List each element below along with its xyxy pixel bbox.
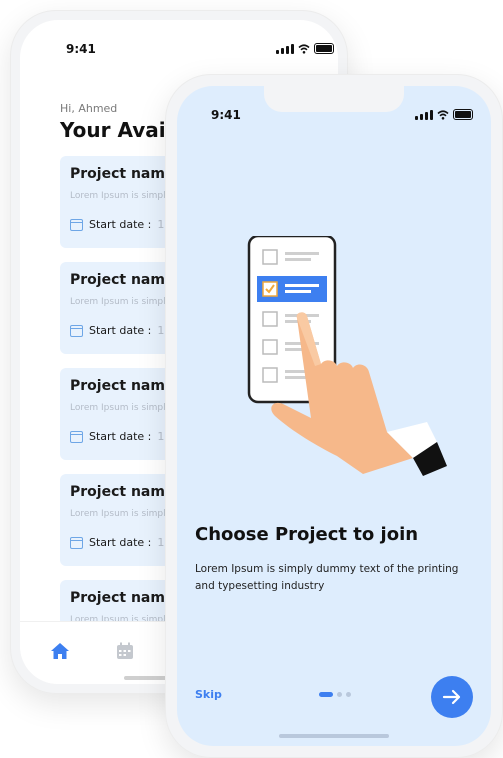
pagination-dot [337, 692, 342, 697]
home-icon[interactable] [50, 642, 70, 660]
wifi-icon [437, 109, 449, 120]
phone-tap-illustration [247, 236, 447, 476]
next-button[interactable] [431, 676, 473, 718]
calendar-icon[interactable] [116, 642, 134, 660]
battery-icon [453, 109, 473, 120]
onboarding-title: Choose Project to join [195, 524, 419, 545]
calendar-icon [70, 324, 83, 337]
start-date-label: Start date : [89, 536, 152, 549]
onboarding-screen: 9:41 Choose Project to join Lorem Ipsum … [177, 86, 491, 746]
pagination-dot-active [319, 692, 333, 697]
calendar-icon [70, 430, 83, 443]
greeting: Hi, Ahmed [60, 102, 118, 115]
status-icons [276, 43, 334, 54]
arrow-right-icon [442, 689, 461, 705]
project-name: Project name [70, 166, 175, 182]
start-date-label: Start date : [89, 324, 152, 337]
signal-icon [415, 109, 433, 120]
start-date-label: Start date : [89, 430, 152, 443]
notch [264, 86, 404, 112]
project-name: Project name [70, 590, 175, 606]
home-indicator [279, 734, 389, 738]
status-icons [415, 109, 473, 120]
battery-icon [314, 43, 334, 54]
pagination-dot [346, 692, 351, 697]
skip-button[interactable]: Skip [195, 688, 222, 701]
onboarding-description: Lorem Ipsum is simply dummy text of the … [195, 563, 459, 592]
wifi-icon [298, 43, 310, 54]
notch [104, 20, 254, 48]
front-phone: 9:41 Choose Project to join Lorem Ipsum … [165, 74, 503, 758]
calendar-icon [70, 218, 83, 231]
project-name: Project name [70, 378, 175, 394]
start-date-label: Start date : [89, 218, 152, 231]
project-name: Project name [70, 484, 175, 500]
project-name: Project name [70, 272, 175, 288]
status-time: 9:41 [66, 42, 96, 56]
pagination-dots [319, 692, 351, 697]
status-time: 9:41 [211, 108, 241, 122]
signal-icon [276, 43, 294, 54]
calendar-icon [70, 536, 83, 549]
